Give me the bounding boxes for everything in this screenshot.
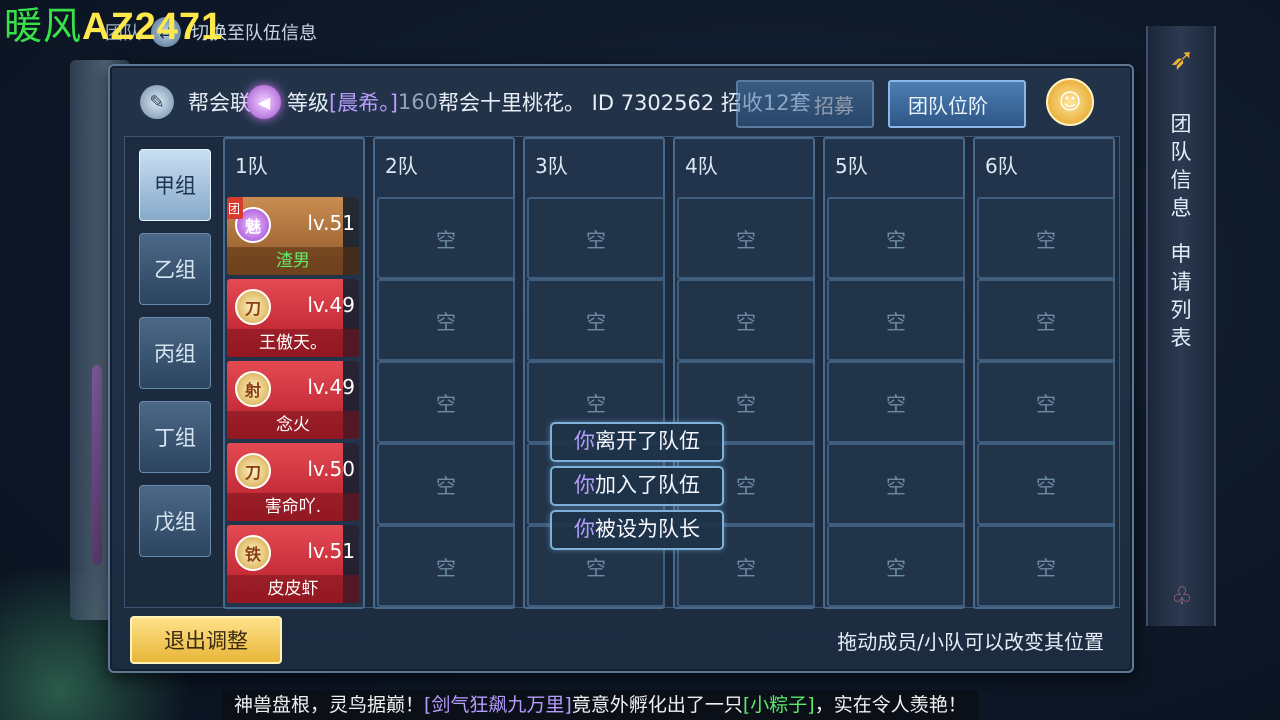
chat-part2: 竟意外孵化出了一只 [571, 694, 743, 716]
member-name: 皮皮虾 [227, 575, 359, 603]
team-title: 3队 [535, 154, 568, 178]
class-icon: 射 [235, 371, 271, 407]
announcement-text: 帮会联 ◀ 等级 [晨希。] 160 帮会十里桃花。 ID 7302562 招收… [188, 85, 811, 119]
member-card[interactable]: 射 lv.49 念火 [227, 361, 359, 439]
announce-gap: 等级 [287, 91, 329, 115]
empty-slot[interactable]: 空 [377, 197, 515, 279]
empty-slot[interactable]: 空 [527, 197, 665, 279]
member-card[interactable]: 刀 lv.50 害命吖. [227, 443, 359, 521]
group-tab-wu[interactable]: 戊组 [139, 485, 211, 557]
empty-slot[interactable]: 空 [677, 197, 815, 279]
system-chat-message: 神兽盘根，灵鸟据巅！[剑气狂飙九万里]竟意外孵化出了一只[小粽子]，实在令人羡艳… [222, 690, 979, 720]
member-level: lv.51 [307, 211, 355, 235]
group-tab-yi[interactable]: 乙组 [139, 233, 211, 305]
team-column-2[interactable]: 2队 空 空 空 空 空 [373, 137, 515, 609]
announce-player: [晨希。] [329, 91, 398, 115]
side-scroll: ➶ 团队信息 申请列表 ♧ [1146, 26, 1216, 626]
team-column-6[interactable]: 6队 空 空 空 空 空 [973, 137, 1115, 609]
announce-level: 160 [397, 90, 438, 114]
member-name: 害命吖. [227, 493, 359, 521]
member-card[interactable]: 刀 lv.49 王傲天。 [227, 279, 359, 357]
speaker-icon: ◀ [247, 85, 281, 119]
ornament-icon: ♧ [1171, 582, 1193, 610]
group-tab-bing[interactable]: 丙组 [139, 317, 211, 389]
member-name: 念火 [227, 411, 359, 439]
stream-watermark: 暖风AZ2471 [4, 2, 223, 51]
empty-slot[interactable]: 空 [377, 443, 515, 525]
add-member-icon[interactable]: ☺ [1046, 78, 1094, 126]
team-management-panel: ✎ 帮会联 ◀ 等级 [晨希。] 160 帮会十里桃花。 ID 7302562 … [108, 64, 1134, 673]
chat-part1: 神兽盘根，灵鸟据巅！ [234, 694, 425, 716]
toast-text: 离开了队伍 [595, 429, 700, 453]
leader-badge: 团 [227, 197, 243, 219]
exit-adjust-button[interactable]: 退出调整 [130, 616, 282, 664]
empty-slot[interactable]: 空 [827, 279, 965, 361]
toast-you: 你 [574, 473, 595, 497]
panel-header: ✎ 帮会联 ◀ 等级 [晨希。] 160 帮会十里桃花。 ID 7302562 … [140, 76, 1104, 128]
team-column-5[interactable]: 5队 空 空 空 空 空 [823, 137, 965, 609]
background-ribbon [92, 365, 102, 565]
drag-hint: 拖动成员/小队可以改变其位置 [837, 630, 1104, 654]
group-tabs: 甲组 乙组 丙组 丁组 戊组 [139, 149, 211, 557]
empty-slot[interactable]: 空 [977, 525, 1115, 607]
member-level: lv.50 [307, 457, 355, 481]
empty-slot[interactable]: 空 [377, 279, 515, 361]
team-title: 6队 [985, 154, 1018, 178]
toast-you: 你 [574, 517, 595, 541]
member-card[interactable]: 铁 lv.51 皮皮虾 [227, 525, 359, 603]
member-level: lv.49 [307, 375, 355, 399]
member-name: 王傲天。 [227, 329, 359, 357]
recruit-button[interactable]: 招募 [736, 80, 874, 128]
announce-prefix: 帮会联 [188, 91, 251, 115]
edit-icon[interactable]: ✎ [140, 85, 174, 119]
chat-player[interactable]: [剑气狂飙九万里] [424, 694, 572, 716]
quill-pin-icon[interactable]: ➶ [1166, 44, 1198, 76]
toast-joined-team: 你加入了队伍 [550, 466, 724, 506]
class-icon: 刀 [235, 453, 271, 489]
empty-slot[interactable]: 空 [527, 279, 665, 361]
group-tab-ding[interactable]: 丁组 [139, 401, 211, 473]
member-level: lv.51 [307, 539, 355, 563]
toast-set-leader: 你被设为队长 [550, 510, 724, 550]
tab-application-list[interactable]: 申请列表 [1164, 240, 1198, 352]
toast-you: 你 [574, 429, 595, 453]
watermark-id: AZ2471 [82, 6, 224, 48]
empty-slot[interactable]: 空 [977, 197, 1115, 279]
class-icon: 铁 [235, 535, 271, 571]
tab-team-info[interactable]: 团队信息 [1164, 110, 1198, 222]
team-column-1[interactable]: 1队 魅 团 lv.51 渣男 刀 lv.49 王傲天。 射 lv.49 念火 [223, 137, 365, 609]
toast-text: 加入了队伍 [595, 473, 700, 497]
team-title: 2队 [385, 154, 418, 178]
empty-slot[interactable]: 空 [377, 525, 515, 607]
team-rank-button[interactable]: 团队位阶 [888, 80, 1026, 128]
member-name: 渣男 [227, 247, 359, 275]
watermark-name: 暖风 [4, 4, 83, 48]
group-tab-jia[interactable]: 甲组 [139, 149, 211, 221]
class-icon: 刀 [235, 289, 271, 325]
chat-part3: ，实在令人羡艳！ [814, 694, 967, 716]
empty-slot[interactable]: 空 [827, 197, 965, 279]
team-title: 1队 [235, 154, 268, 178]
toast-text: 被设为队长 [595, 517, 700, 541]
toast-left-team: 你离开了队伍 [550, 422, 724, 462]
team-title: 5队 [835, 154, 868, 178]
empty-slot[interactable]: 空 [677, 279, 815, 361]
chat-item[interactable]: [小粽子] [743, 694, 815, 716]
empty-slot[interactable]: 空 [977, 443, 1115, 525]
empty-slot[interactable]: 空 [977, 279, 1115, 361]
team-title: 4队 [685, 154, 718, 178]
empty-slot[interactable]: 空 [977, 361, 1115, 443]
member-level: lv.49 [307, 293, 355, 317]
empty-slot[interactable]: 空 [827, 361, 965, 443]
empty-slot[interactable]: 空 [827, 443, 965, 525]
empty-slot[interactable]: 空 [377, 361, 515, 443]
empty-slot[interactable]: 空 [827, 525, 965, 607]
member-card[interactable]: 魅 团 lv.51 渣男 [227, 197, 359, 275]
